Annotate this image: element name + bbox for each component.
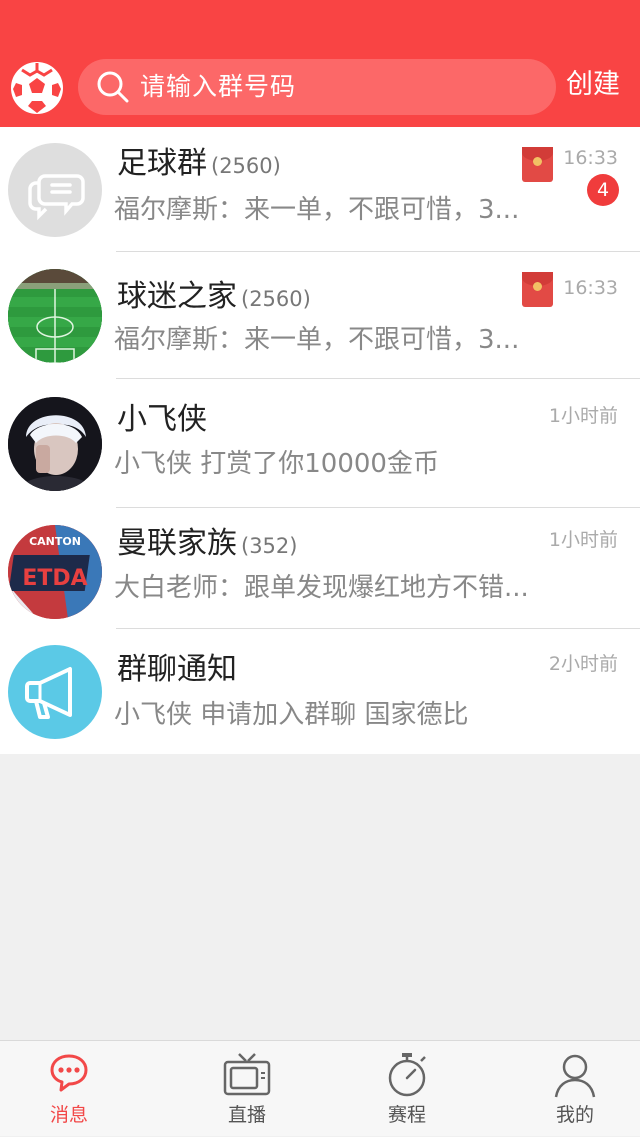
avatar-logo-text: CANTON bbox=[29, 535, 81, 548]
message-icon bbox=[50, 1054, 88, 1092]
conversation-row-group-notice[interactable]: 群聊通知 小飞侠 申请加入群聊 国家德比 2小时前 bbox=[0, 628, 640, 754]
conversation-row-xiaofeixia[interactable]: 小飞侠 小飞侠 打赏了你10000金币 1小时前 bbox=[0, 378, 640, 508]
search-placeholder: 请输入群号码 bbox=[140, 72, 297, 101]
tv-icon bbox=[223, 1053, 271, 1096]
bottom-tab-bar: 消息 直播 赛程 我的 bbox=[0, 1040, 640, 1136]
conversation-name: 球迷之家 (2560) bbox=[117, 279, 311, 317]
last-message: 小飞侠 申请加入群聊 国家德比 bbox=[114, 700, 469, 730]
conversation-title: 曼联家族 bbox=[117, 526, 237, 561]
conversation-name: 小飞侠 bbox=[117, 402, 207, 438]
last-message: 小飞侠 打赏了你10000金币 bbox=[114, 449, 439, 479]
red-packet-icon bbox=[522, 272, 553, 307]
last-message: 福尔摩斯：来一单，不跟可惜，3... bbox=[114, 195, 520, 225]
tab-label: 我的 bbox=[555, 1104, 594, 1126]
conversation-title: 小飞侠 bbox=[117, 402, 207, 437]
svg-text:ETDA: ETDA bbox=[22, 566, 87, 591]
message-time: 2小时前 bbox=[548, 653, 618, 675]
conversation-name: 足球群 (2560) bbox=[117, 146, 281, 184]
member-count: (2560) bbox=[241, 287, 311, 311]
conversation-title: 足球群 bbox=[117, 146, 207, 181]
conversation-title: 群聊通知 bbox=[117, 652, 237, 687]
team-logo: ETDA CANTON bbox=[8, 525, 102, 619]
member-count: (2560) bbox=[211, 154, 281, 178]
member-count: (352) bbox=[241, 534, 298, 558]
tab-schedule[interactable]: 赛程 bbox=[352, 1041, 462, 1137]
search-icon bbox=[97, 71, 129, 103]
create-button[interactable]: 创建 bbox=[566, 68, 620, 102]
message-time: 1小时前 bbox=[548, 405, 618, 427]
megaphone-icon bbox=[8, 645, 102, 739]
tab-label: 消息 bbox=[49, 1104, 88, 1126]
tab-live[interactable]: 直播 bbox=[192, 1041, 302, 1137]
stopwatch-icon bbox=[388, 1053, 426, 1097]
group-chat-icon bbox=[8, 143, 102, 237]
top-bar: 请输入群号码 创建 bbox=[0, 0, 640, 127]
conversation-list: 足球群 (2560) 福尔摩斯：来一单，不跟可惜，3... 16:33 4 球迷之… bbox=[0, 127, 640, 754]
message-time: 16:33 bbox=[563, 147, 618, 169]
conversation-name: 群聊通知 bbox=[117, 652, 237, 688]
last-message: 大白老师：跟单发现爆红地方不错... bbox=[114, 573, 529, 603]
conversation-row-football-group[interactable]: 足球群 (2560) 福尔摩斯：来一单，不跟可惜，3... 16:33 4 bbox=[0, 127, 640, 252]
user-icon bbox=[554, 1054, 596, 1098]
message-time: 1小时前 bbox=[548, 529, 618, 551]
conversation-name: 曼联家族 (352) bbox=[117, 526, 297, 564]
stadium-photo bbox=[8, 269, 102, 363]
tab-profile[interactable]: 我的 bbox=[520, 1041, 630, 1137]
tab-messages[interactable]: 消息 bbox=[14, 1041, 124, 1137]
message-time: 16:33 bbox=[563, 277, 618, 299]
tab-label: 直播 bbox=[227, 1104, 266, 1126]
tab-label: 赛程 bbox=[387, 1104, 426, 1126]
conversation-title: 球迷之家 bbox=[117, 279, 237, 314]
search-input[interactable]: 请输入群号码 bbox=[78, 59, 556, 115]
soccer-ball-icon[interactable] bbox=[10, 61, 64, 115]
unread-badge: 4 bbox=[587, 174, 619, 206]
user-photo bbox=[8, 397, 102, 491]
conversation-row-fans-home[interactable]: 球迷之家 (2560) 福尔摩斯：来一单，不跟可惜，3... 16:33 bbox=[0, 252, 640, 379]
conversation-row-manutd-family[interactable]: ETDA CANTON 曼联家族 (352) 大白老师：跟单发现爆红地方不错...… bbox=[0, 508, 640, 629]
last-message: 福尔摩斯：来一单，不跟可惜，3... bbox=[114, 325, 520, 355]
red-packet-icon bbox=[522, 147, 553, 182]
